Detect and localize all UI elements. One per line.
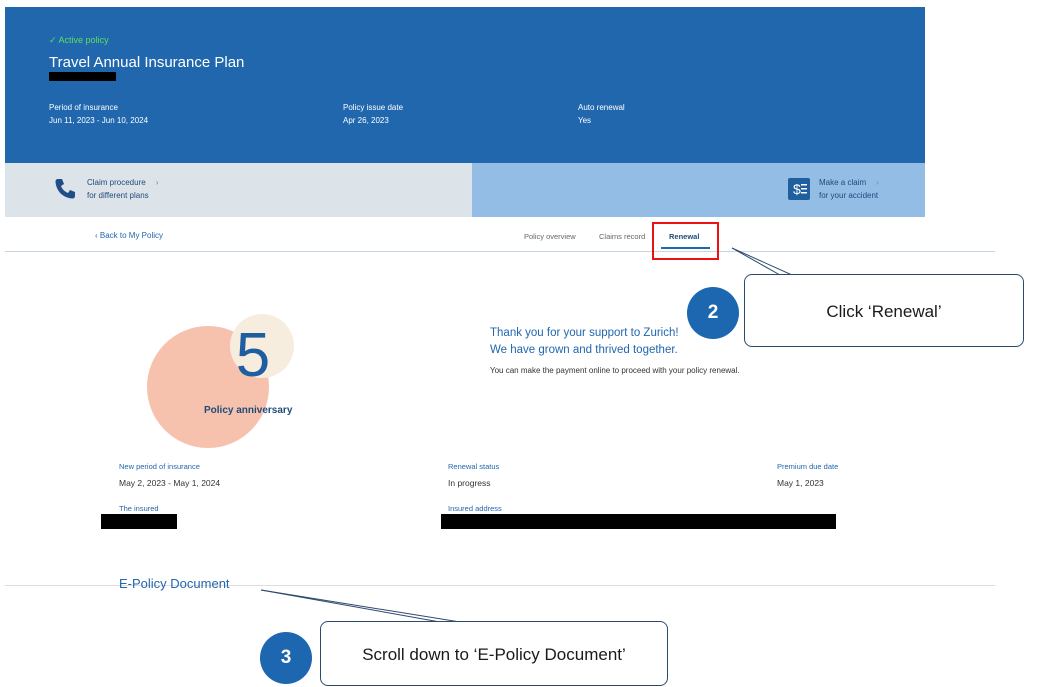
renewal-instruction: You can make the payment online to proce… (490, 366, 740, 375)
epolicy-document-heading[interactable]: E-Policy Document (119, 576, 230, 591)
tab-policy-overview[interactable]: Policy overview (524, 232, 576, 241)
renewal-status-label: Renewal status (448, 462, 500, 471)
nav-divider (5, 251, 995, 252)
period-value: Jun 11, 2023 - Jun 10, 2024 (49, 116, 149, 125)
redacted-insured-name (101, 514, 177, 529)
callout-scroll-epolicy: Scroll down to ‘E-Policy Document’ (320, 621, 668, 686)
claim-procedure-text: Claim procedure › for different plans (87, 176, 158, 202)
issue-date-value: Apr 26, 2023 (343, 116, 389, 125)
page: ✓ Active policy Travel Annual Insurance … (0, 0, 1044, 687)
phone-icon (55, 179, 75, 199)
policy-issue-date: Policy issue date Apr 26, 2023 (343, 103, 403, 125)
period-label: Period of insurance (49, 103, 118, 112)
make-claim-text: Make a claim › for your accident (819, 176, 879, 202)
claim-procedure-button[interactable]: Claim procedure › for different plans (5, 163, 472, 217)
back-to-my-policy-link[interactable]: ‹ Back to My Policy (95, 231, 163, 240)
step-2-badge: 2 (687, 287, 739, 339)
auto-renewal: Auto renewal Yes (578, 103, 625, 125)
anniversary-label: Policy anniversary (204, 405, 293, 416)
callout-2-text: Click ‘Renewal’ (826, 302, 942, 321)
claim-document-icon: $ (788, 178, 810, 200)
tab-claims-record[interactable]: Claims record (599, 232, 645, 241)
issue-date-label: Policy issue date (343, 103, 404, 112)
make-claim-title: Make a claim (819, 178, 867, 187)
period-of-insurance: Period of insurance Jun 11, 2023 - Jun 1… (49, 103, 148, 125)
thank-you-line-1: Thank you for your support to Zurich! (490, 327, 679, 339)
callout-click-renewal: Click ‘Renewal’ (744, 274, 1024, 347)
thank-you-line-2: We have grown and thrived together. (490, 344, 678, 356)
anniversary-number: 5 (235, 321, 271, 390)
renewal-status-value: In progress (448, 478, 491, 488)
new-period-value: May 2, 2023 - May 1, 2024 (119, 478, 221, 488)
new-period-label: New period of insurance (119, 462, 200, 471)
redacted-policy-number (49, 72, 116, 81)
redacted-insured-address (441, 514, 836, 529)
back-link-label: Back to My Policy (99, 231, 164, 240)
policy-header: ✓ Active policy Travel Annual Insurance … (5, 7, 925, 163)
chevron-right-icon: › (155, 178, 159, 187)
policy-title: Travel Annual Insurance Plan (49, 54, 245, 71)
renewal-highlight-box (652, 222, 719, 260)
step-3-badge: 3 (260, 632, 312, 684)
insured-label: The insured (119, 504, 159, 513)
make-claim-button[interactable]: $ Make a claim › for your accident (472, 163, 925, 217)
claim-procedure-subtitle: for different plans (87, 191, 149, 200)
svg-text:$: $ (793, 181, 801, 197)
chevron-right-icon: › (876, 178, 879, 187)
premium-due-value: May 1, 2023 (777, 478, 824, 488)
claim-procedure-title: Claim procedure (87, 178, 146, 187)
policy-status: ✓ Active policy (49, 35, 109, 45)
callout-3-text: Scroll down to ‘E-Policy Document’ (362, 645, 626, 664)
insured-address-label: Insured address (448, 504, 502, 513)
auto-renewal-label: Auto renewal (578, 103, 625, 112)
premium-due-label: Premium due date (777, 462, 839, 471)
make-claim-subtitle: for your accident (819, 191, 879, 200)
auto-renewal-value: Yes (578, 116, 592, 125)
